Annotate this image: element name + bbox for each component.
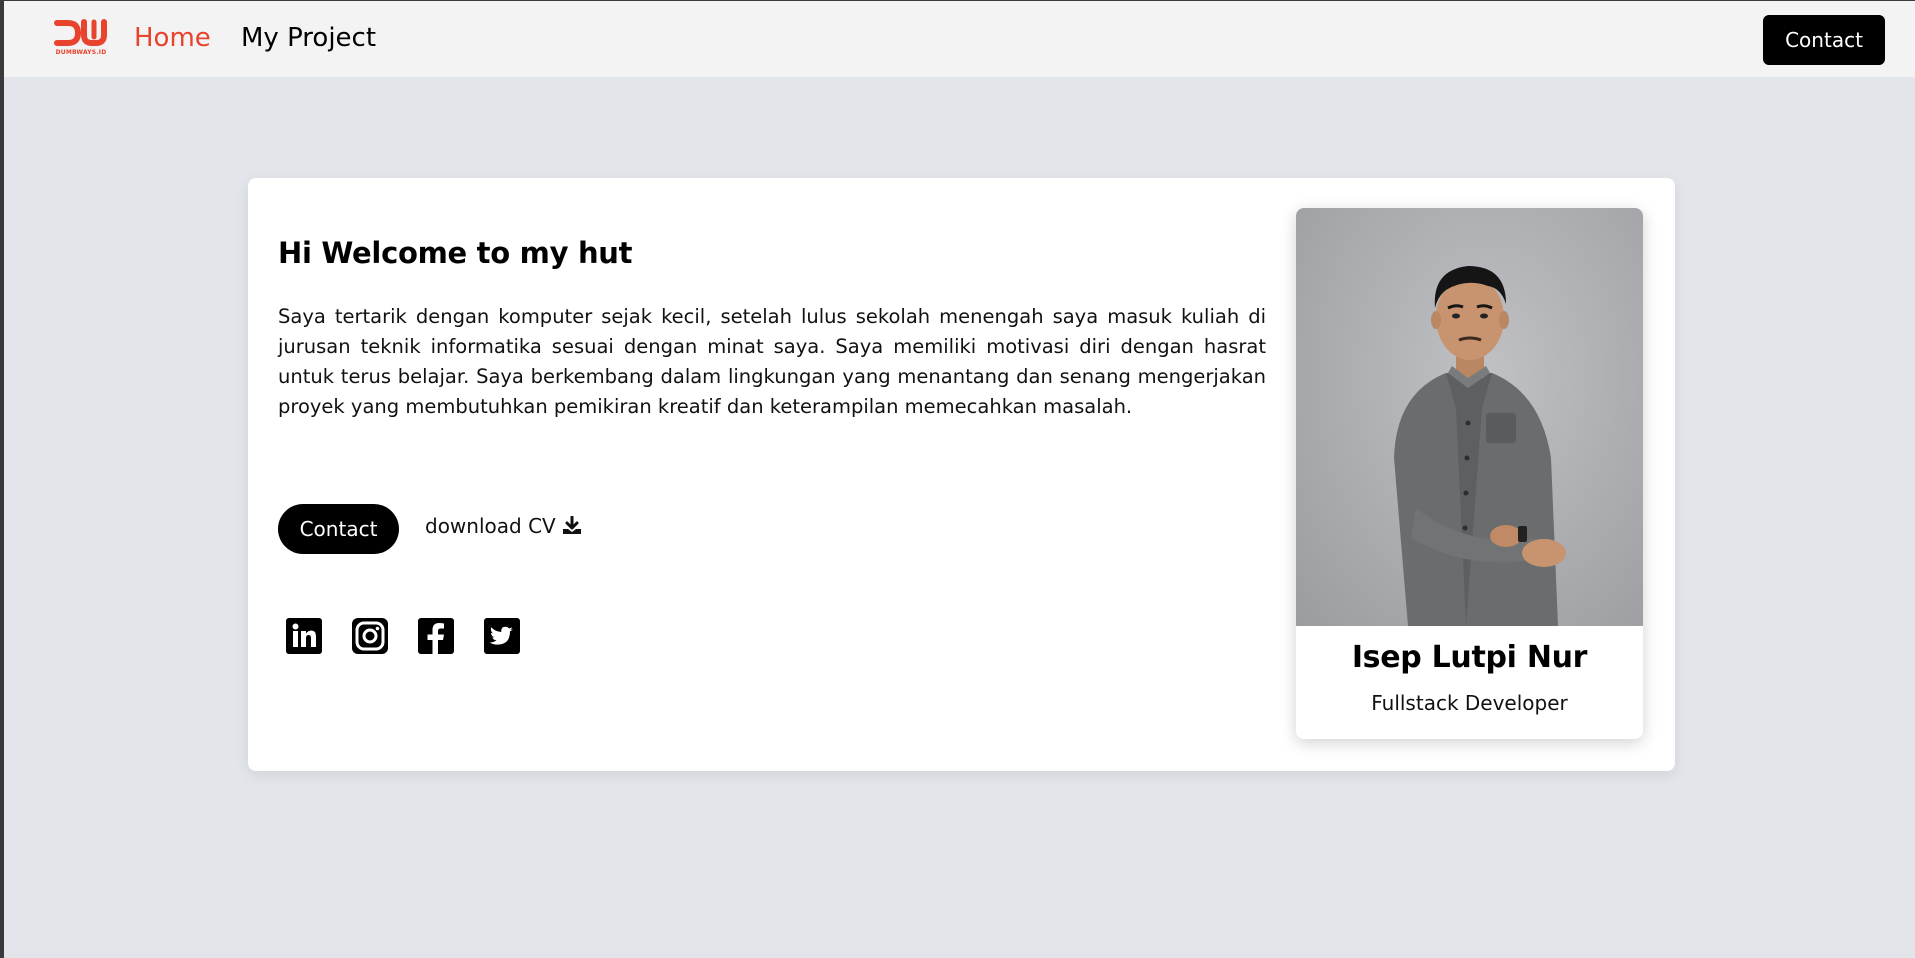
nav-link-home[interactable]: Home (134, 23, 211, 53)
nav-link-my-project[interactable]: My Project (241, 23, 376, 53)
profile-photo (1296, 208, 1643, 626)
facebook-icon[interactable] (418, 618, 454, 654)
download-icon (562, 516, 581, 534)
nav-contact-button[interactable]: Contact (1763, 15, 1885, 65)
hero-title: Hi Welcome to my hut (278, 236, 633, 270)
instagram-icon[interactable] (352, 618, 388, 654)
page-viewport: DUMBWAYS.ID Home My Project Contact Hi W… (4, 1, 1915, 958)
download-cv-label: download CV (425, 514, 556, 538)
linkedin-icon[interactable] (286, 618, 322, 654)
download-cv-link[interactable]: download CV (425, 514, 582, 538)
twitter-icon[interactable] (484, 618, 520, 654)
social-links (286, 618, 520, 654)
logo[interactable]: DUMBWAYS.ID (54, 19, 108, 57)
profile-card: Isep Lutpi Nur Fullstack Developer (1296, 208, 1643, 739)
logo-subtext: DUMBWAYS.ID (55, 49, 107, 56)
logo-icon (54, 19, 107, 46)
navbar: DUMBWAYS.ID Home My Project Contact (4, 1, 1915, 77)
person-illustration (1394, 266, 1566, 626)
hero-description: Saya tertarik dengan komputer sejak keci… (278, 305, 1266, 418)
hero-contact-button[interactable]: Contact (278, 504, 399, 554)
profile-name: Isep Lutpi Nur (1351, 640, 1588, 675)
hero-card: Hi Welcome to my hut Saya tertarik denga… (248, 178, 1675, 771)
profile-role: Fullstack Developer (1371, 691, 1568, 715)
